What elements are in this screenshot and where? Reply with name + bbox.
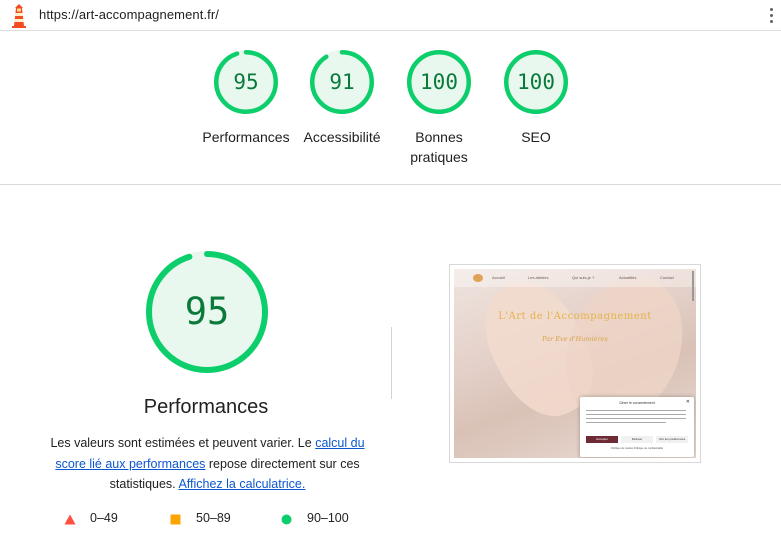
- gauge-best-practices[interactable]: 100 Bonnes pratiques: [389, 49, 489, 167]
- gauge-score: 95: [233, 70, 259, 94]
- gauge-label: Bonnes pratiques: [410, 129, 468, 165]
- site-nav-item: Contact: [660, 275, 674, 280]
- site-subtitle: Par Eve d'Humières: [542, 335, 608, 343]
- cookie-refuse-button: Refuser: [621, 436, 653, 443]
- cookie-prefs-button: Voir les préférences: [656, 436, 688, 443]
- page-url[interactable]: https://art-accompagnement.fr/: [39, 7, 219, 22]
- final-screenshot[interactable]: Accueil Les ateliers Qui suis-je ? Actua…: [449, 264, 701, 463]
- cookie-title: Gérer le consentement: [619, 401, 655, 405]
- performance-description: Les valeurs sont estimées et peuvent var…: [40, 433, 375, 495]
- site-nav-item: Qui suis-je ?: [572, 275, 595, 280]
- gauge-label: SEO: [521, 129, 551, 145]
- triangle-icon: [64, 514, 76, 525]
- site-nav-item: Actualités: [619, 275, 637, 280]
- gauge-seo[interactable]: 100 SEO: [486, 49, 586, 147]
- circle-icon: [281, 514, 292, 525]
- legend-range: 50–89: [196, 511, 231, 525]
- text-line: [586, 418, 686, 419]
- score-summary: 95 Performances 91 Accessibilité 100 Bon…: [0, 31, 781, 185]
- site-nav: Accueil Les ateliers Qui suis-je ? Actua…: [454, 269, 696, 287]
- gauge-label: Accessibilité: [303, 129, 381, 145]
- divider: [391, 327, 392, 399]
- gauge-score: 100: [517, 70, 555, 94]
- square-icon: [170, 514, 181, 525]
- url-bar: https://art-accompagnement.fr/: [0, 0, 781, 31]
- legend-range: 0–49: [90, 511, 118, 525]
- site-nav-item: Les ateliers: [528, 275, 549, 280]
- performance-score: 95: [184, 290, 230, 333]
- site-logo: [473, 274, 483, 282]
- gauge-score: 100: [420, 70, 458, 94]
- cookie-banner: Gérer le consentement ✕ Accepter Refuser…: [580, 397, 694, 457]
- desc-text: Les valeurs sont estimées et peuvent var…: [50, 436, 316, 450]
- gauge-accessibility[interactable]: 91 Accessibilité: [292, 49, 392, 147]
- cookie-accept-button: Accepter: [586, 436, 618, 443]
- close-icon: ✕: [685, 399, 690, 405]
- gauge-score: 91: [329, 70, 355, 94]
- screenshot-image: Accueil Les ateliers Qui suis-je ? Actua…: [454, 269, 696, 458]
- performance-title: Performances: [143, 396, 269, 418]
- text-line: [586, 414, 686, 415]
- text-line: [586, 410, 686, 411]
- site-title: L'Art de l'Accompagnement: [498, 311, 652, 322]
- site-nav-item: Accueil: [492, 275, 505, 280]
- gauge-performance[interactable]: 95 Performances: [196, 49, 296, 147]
- legend-range: 90–100: [307, 511, 349, 525]
- scrollbar: [692, 271, 694, 301]
- more-options-icon[interactable]: [767, 6, 775, 26]
- cookie-links: Politique de cookies Politique de confid…: [611, 447, 663, 450]
- gauge-label: Performances: [202, 129, 290, 145]
- calculator-link[interactable]: Affichez la calculatrice.: [178, 477, 305, 491]
- lighthouse-icon: [12, 4, 26, 28]
- performance-gauge-large: 95: [145, 250, 269, 374]
- text-line: [586, 422, 666, 423]
